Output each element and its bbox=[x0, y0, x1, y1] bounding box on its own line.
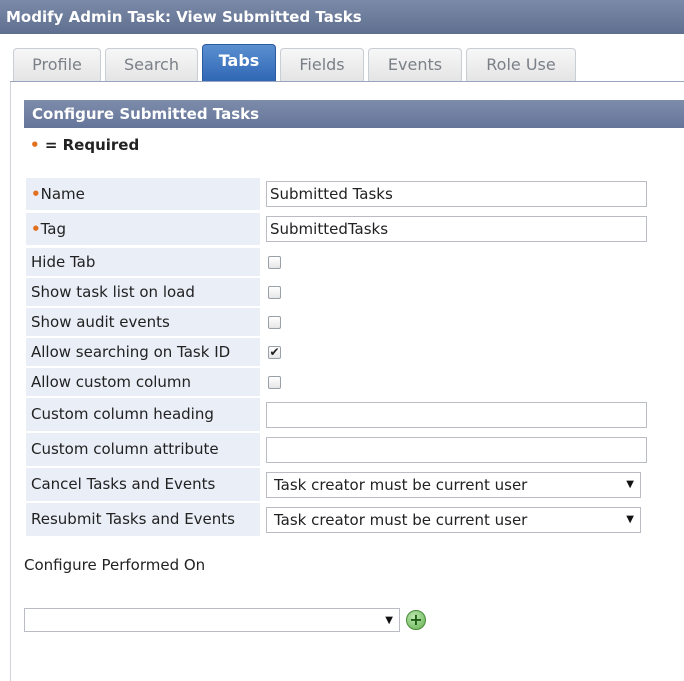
cancel-tasks-label: Cancel Tasks and Events bbox=[26, 468, 260, 501]
tab-tabs[interactable]: Tabs bbox=[202, 44, 276, 82]
window-title: Modify Admin Task: View Submitted Tasks bbox=[0, 0, 684, 34]
required-legend: • = Required bbox=[30, 136, 139, 154]
resubmit-tasks-select[interactable]: Task creator must be current user ▼ bbox=[266, 507, 641, 533]
name-label: •Name bbox=[26, 178, 260, 210]
chevron-down-icon: ▼ bbox=[385, 615, 393, 626]
custom-column-heading-input[interactable] bbox=[266, 402, 647, 428]
tab-search[interactable]: Search bbox=[105, 48, 198, 81]
custom-column-heading-label: Custom column heading bbox=[26, 398, 260, 431]
resubmit-tasks-value: Task creator must be current user bbox=[274, 511, 528, 529]
show-task-list-label: Show task list on load bbox=[26, 278, 260, 306]
tab-role-use[interactable]: Role Use bbox=[466, 48, 576, 81]
hide-tab-checkbox[interactable] bbox=[268, 256, 281, 269]
custom-column-attribute-input[interactable] bbox=[266, 437, 647, 463]
required-marker-icon: • bbox=[31, 185, 41, 203]
name-input[interactable] bbox=[266, 181, 647, 207]
required-marker-icon: • bbox=[30, 136, 40, 154]
show-audit-events-checkbox[interactable] bbox=[268, 316, 281, 329]
add-icon[interactable]: + bbox=[406, 610, 426, 630]
section-title: Configure Submitted Tasks bbox=[24, 100, 684, 128]
show-task-list-checkbox[interactable] bbox=[268, 286, 281, 299]
tab-events[interactable]: Events bbox=[368, 48, 462, 81]
tag-label: •Tag bbox=[26, 213, 260, 245]
chevron-down-icon: ▼ bbox=[626, 514, 634, 525]
tab-fields[interactable]: Fields bbox=[280, 48, 364, 81]
resubmit-tasks-label: Resubmit Tasks and Events bbox=[26, 503, 260, 536]
tag-input[interactable] bbox=[266, 216, 647, 242]
required-legend-text: = Required bbox=[39, 136, 140, 154]
allow-custom-column-checkbox[interactable] bbox=[268, 376, 281, 389]
cancel-tasks-select[interactable]: Task creator must be current user ▼ bbox=[266, 472, 641, 498]
allow-custom-column-label: Allow custom column bbox=[26, 368, 260, 396]
performed-on-select[interactable]: ▼ bbox=[24, 608, 400, 632]
show-audit-events-label: Show audit events bbox=[26, 308, 260, 336]
chevron-down-icon: ▼ bbox=[626, 479, 634, 490]
required-marker-icon: • bbox=[31, 220, 41, 238]
tab-profile[interactable]: Profile bbox=[13, 48, 101, 81]
hide-tab-label: Hide Tab bbox=[26, 248, 260, 276]
custom-column-attribute-label: Custom column attribute bbox=[26, 433, 260, 466]
allow-search-task-id-label: Allow searching on Task ID bbox=[26, 338, 260, 366]
checkmark-icon: ✔ bbox=[269, 345, 280, 359]
performed-on-label: Configure Performed On bbox=[24, 556, 206, 574]
tab-bar: Profile Search Tabs Fields Events Role U… bbox=[0, 34, 684, 82]
allow-search-task-id-checkbox[interactable]: ✔ bbox=[268, 346, 281, 359]
name-label-text: Name bbox=[40, 185, 85, 203]
tag-label-text: Tag bbox=[40, 220, 66, 238]
cancel-tasks-value: Task creator must be current user bbox=[274, 476, 528, 494]
